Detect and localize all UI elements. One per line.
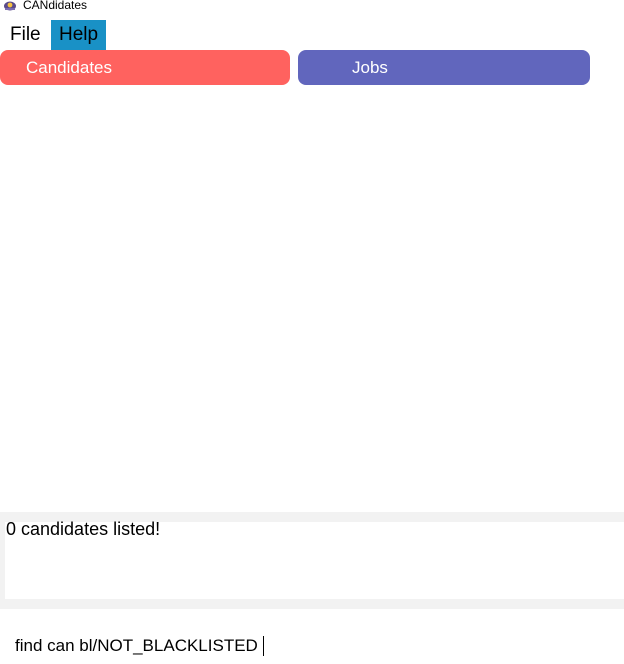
menu-bar: File Help xyxy=(0,20,624,50)
tab-candidates[interactable]: Candidates xyxy=(0,50,290,85)
command-input[interactable] xyxy=(15,636,615,656)
menu-help[interactable]: Help xyxy=(51,20,106,50)
menu-file[interactable]: File xyxy=(0,20,51,50)
tab-jobs[interactable]: Jobs xyxy=(298,50,590,85)
candidate-list-panel xyxy=(0,85,624,512)
text-caret xyxy=(263,636,264,656)
window-title: CANdidates xyxy=(23,0,88,12)
title-bar: CANdidates xyxy=(0,0,624,14)
app-logo-icon xyxy=(4,1,16,11)
result-message: 0 candidates listed! xyxy=(6,519,161,539)
